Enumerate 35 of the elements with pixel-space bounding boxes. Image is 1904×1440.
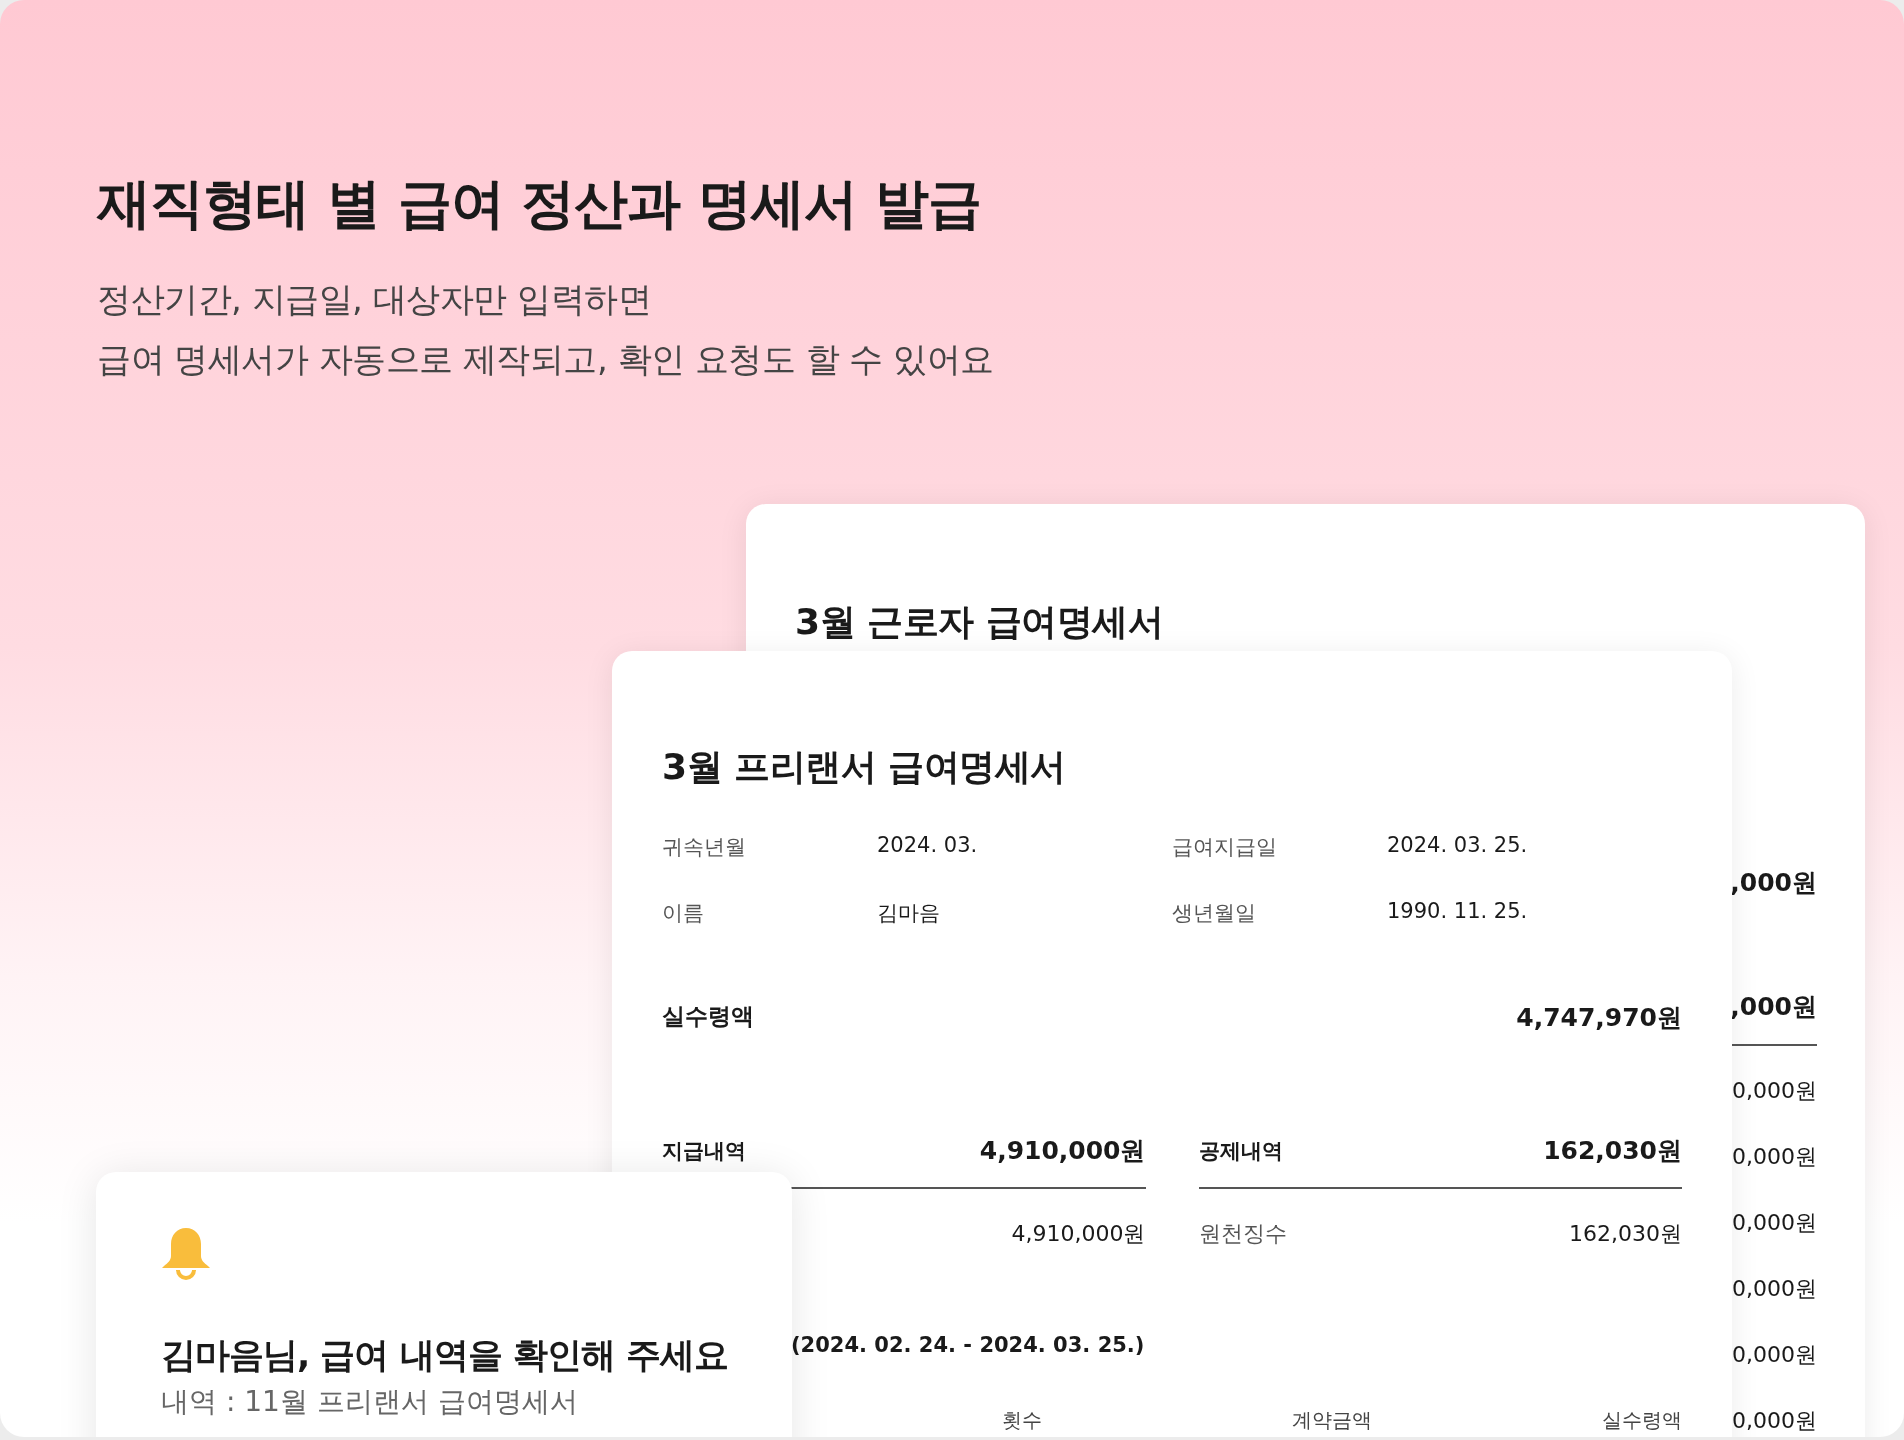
amount-text: 0,000원 [1732,1407,1817,1435]
amount-text: 0,000원 [1732,1209,1817,1237]
item-amount: 162,030원 [1569,1220,1682,1248]
section-label: 지급내역 [662,1137,746,1165]
item-amount: 4,910,000원 [1011,1220,1146,1248]
section-label: 공제내역 [1198,1137,1283,1165]
field-label: 급여지급일 [1172,834,1278,861]
field-value: 김마음 [877,900,941,927]
column-header: 계약금액 [1291,1407,1373,1434]
amount-text: 0,000원 [1732,1143,1817,1171]
column-header: 횟수 [1001,1407,1043,1434]
amount-text: 0,000원 [1732,1341,1817,1369]
amount-text: 0,000원 [1732,1077,1817,1105]
period-text: (2024. 02. 24. - 2024. 03. 25.) [791,1333,1146,1357]
notification-detail: 내역 : 11월 프리랜서 급여명세서 [161,1384,579,1420]
payslip-title: 3월 프리랜서 급여명세서 [662,745,1067,789]
net-pay-label: 실수령액 [662,1002,754,1031]
column-header: 실수령액 [1601,1407,1682,1434]
field-value: 2024. 03. [877,833,979,859]
field-value: 2024. 03. 25. [1387,833,1529,859]
field-value: 1990. 11. 25. [1387,899,1529,925]
section-total: 4,910,000원 [979,1135,1146,1167]
field-label: 생년월일 [1172,900,1257,927]
notification-title: 김마음님, 급여 내역을 확인해 주세요 [161,1334,730,1377]
description-text: 정산기간, 지급일, 대상자만 입력하면 [97,278,653,321]
bell-icon [161,1226,211,1282]
amount-text: 0,000원 [1732,1275,1817,1303]
field-label: 귀속년월 [662,834,747,861]
item-label: 원천징수 [1198,1220,1287,1248]
field-label: 이름 [662,900,705,927]
description-text: 급여 명세서가 자동으로 제작되고, 확인 요청도 할 수 있어요 [97,338,995,381]
section-total: 162,030원 [1543,1135,1682,1167]
amount-text: ,000원 [1730,867,1817,899]
headline: 재직형태 별 급여 정산과 명세서 발급 [97,171,982,237]
payslip-title: 3월 근로자 급여명세서 [795,600,1165,644]
